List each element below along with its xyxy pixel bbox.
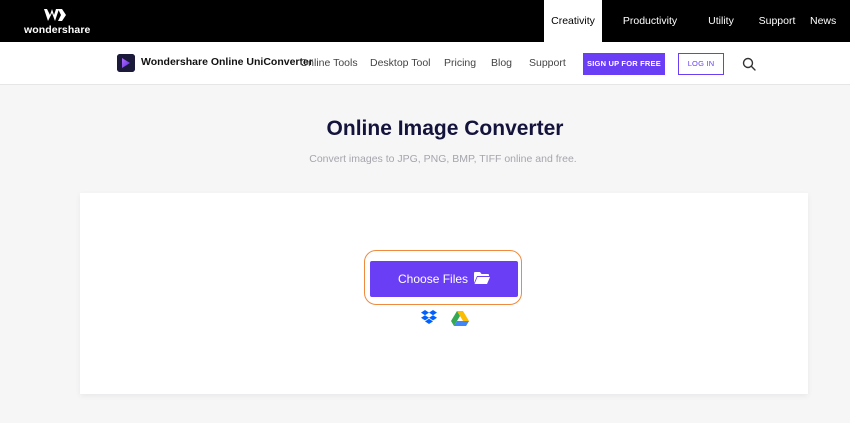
search-icon[interactable] (742, 57, 756, 71)
brand-name: wondershare (24, 24, 91, 36)
top-nav-creativity[interactable]: Creativity (544, 0, 602, 42)
signup-button[interactable]: SIGN UP FOR FREE (583, 53, 665, 75)
top-bar: wondershare Creativity Productivity Util… (0, 0, 850, 42)
top-nav-news[interactable]: News (810, 0, 850, 42)
top-nav: Creativity Productivity Utility Support … (544, 0, 850, 42)
product-name[interactable]: Wondershare Online UniConverter (141, 56, 313, 68)
nav-desktop-tool[interactable]: Desktop Tool (370, 57, 431, 69)
nav-pricing[interactable]: Pricing (444, 57, 476, 69)
top-nav-productivity[interactable]: Productivity (602, 0, 698, 42)
nav-blog[interactable]: Blog (491, 57, 512, 69)
dropbox-icon[interactable] (420, 310, 438, 326)
choose-files-label: Choose Files (398, 272, 469, 286)
folder-icon (474, 272, 490, 284)
wondershare-logo[interactable]: wondershare (24, 8, 94, 36)
google-drive-icon[interactable] (451, 310, 469, 326)
nav-support[interactable]: Support (529, 57, 566, 69)
page-title: Online Image Converter (326, 117, 564, 140)
top-nav-utility[interactable]: Utility (698, 0, 744, 42)
product-nav: Wondershare Online UniConverter Online T… (0, 42, 850, 85)
wondershare-mark-icon (44, 9, 66, 21)
nav-online-tools[interactable]: Online Tools (300, 57, 358, 69)
choose-files-button[interactable]: Choose Files (370, 261, 518, 297)
login-button[interactable]: LOG IN (678, 53, 724, 75)
page-subtitle: Convert images to JPG, PNG, BMP, TIFF on… (309, 153, 577, 165)
uniconverter-logo-icon[interactable] (117, 54, 135, 72)
top-nav-support[interactable]: Support (744, 0, 810, 42)
